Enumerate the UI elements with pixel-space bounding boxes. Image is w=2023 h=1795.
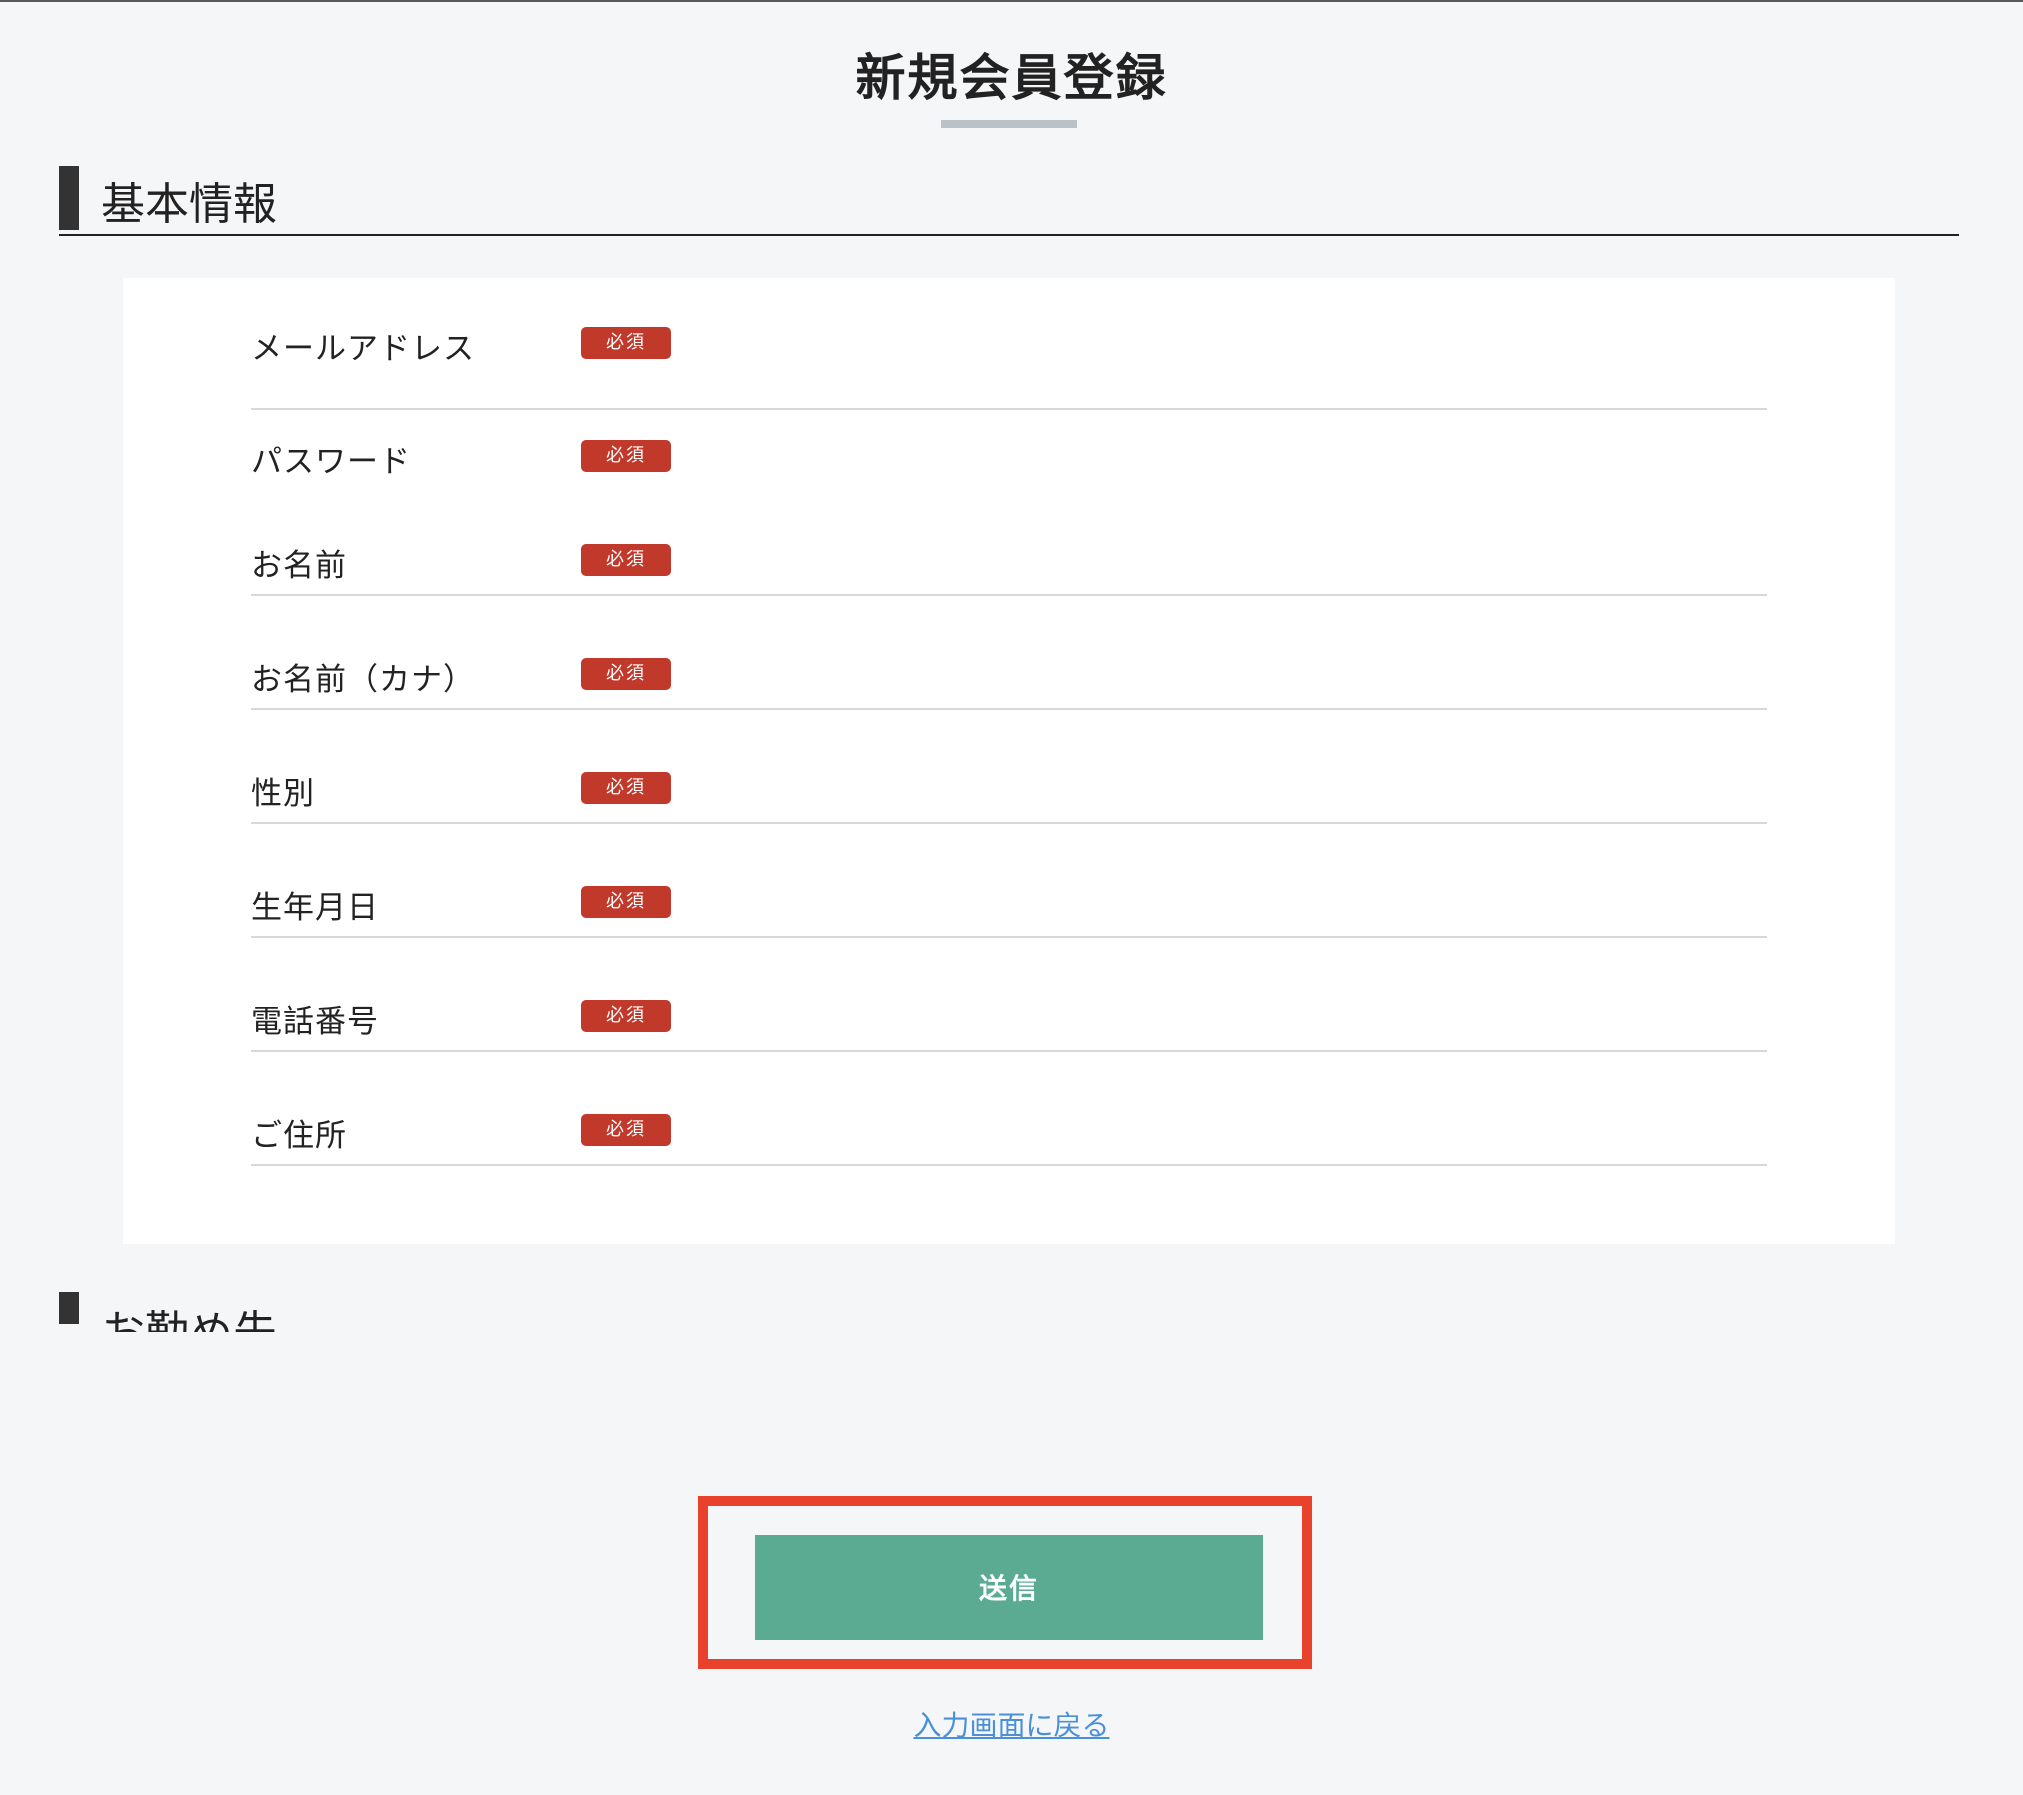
submit-button[interactable]: 送信 [755, 1535, 1263, 1640]
section-heading-workplace: お勤め先 [59, 1292, 1959, 1332]
row-label: メールアドレス [251, 331, 475, 367]
row-divider [251, 936, 1767, 938]
name-field[interactable] [741, 530, 981, 590]
form-row-gender: 性別 必須 [251, 758, 1767, 862]
row-label: お名前 [251, 548, 347, 584]
row-divider [251, 1164, 1767, 1166]
form-row-password: パスワード 必須 [251, 426, 1767, 526]
row-label: 生年月日 [251, 890, 379, 926]
gender-select[interactable] [741, 758, 981, 818]
section-heading-basic-info: 基本情報 [59, 166, 1959, 238]
row-divider [251, 408, 1767, 410]
section-heading-bar [59, 166, 79, 230]
row-divider [251, 594, 1767, 596]
page-title: 新規会員登録 [855, 49, 1168, 107]
required-badge: 必須 [581, 1114, 671, 1146]
required-badge: 必須 [581, 544, 671, 576]
required-badge: 必須 [581, 658, 671, 690]
form-row-birthdate: 生年月日 必須 [251, 872, 1767, 976]
section-heading-rule [59, 234, 1959, 236]
birth-month-field[interactable] [997, 872, 1217, 932]
name-kana-field[interactable] [741, 644, 981, 704]
row-label: パスワード [251, 444, 411, 480]
form-row-address: ご住所 必須 [251, 1100, 1767, 1204]
row-label: お名前（カナ） [251, 662, 475, 698]
form-row-name: お名前 必須 [251, 530, 1767, 634]
password-field[interactable] [741, 426, 981, 486]
form-panel: メールアドレス 必須 パスワード 必須 お名前 必須 お名前（カナ） 必須 性別… [123, 278, 1895, 1244]
required-badge: 必須 [581, 327, 671, 359]
back-link-container: 入力画面に戻る [0, 1704, 2023, 1744]
form-row-name-kana: お名前（カナ） 必須 [251, 644, 1767, 748]
birth-day-field[interactable] [1235, 872, 1475, 932]
form-row-phone: 電話番号 必須 [251, 986, 1767, 1090]
back-to-input-link[interactable]: 入力画面に戻る [913, 1709, 1109, 1742]
email-field[interactable] [741, 313, 1261, 373]
row-label: ご住所 [251, 1118, 347, 1154]
section-heading-label: 基本情報 [101, 179, 277, 230]
title-underline [941, 120, 1077, 128]
form-row-email: メールアドレス 必須 [251, 312, 1767, 414]
row-label: 電話番号 [251, 1004, 379, 1040]
row-divider [251, 822, 1767, 824]
address-field[interactable] [741, 1100, 1301, 1160]
row-label: 性別 [251, 776, 315, 812]
row-divider [251, 1050, 1767, 1052]
required-badge: 必須 [581, 1000, 671, 1032]
row-divider [251, 708, 1767, 710]
required-badge: 必須 [581, 440, 671, 472]
required-badge: 必須 [581, 886, 671, 918]
birth-year-field[interactable] [741, 872, 981, 932]
phone-field[interactable] [741, 986, 981, 1046]
required-badge: 必須 [581, 772, 671, 804]
section-heading-label: お勤め先 [101, 1296, 277, 1332]
section-heading-bar [59, 1292, 79, 1324]
top-border [0, 0, 2023, 2]
